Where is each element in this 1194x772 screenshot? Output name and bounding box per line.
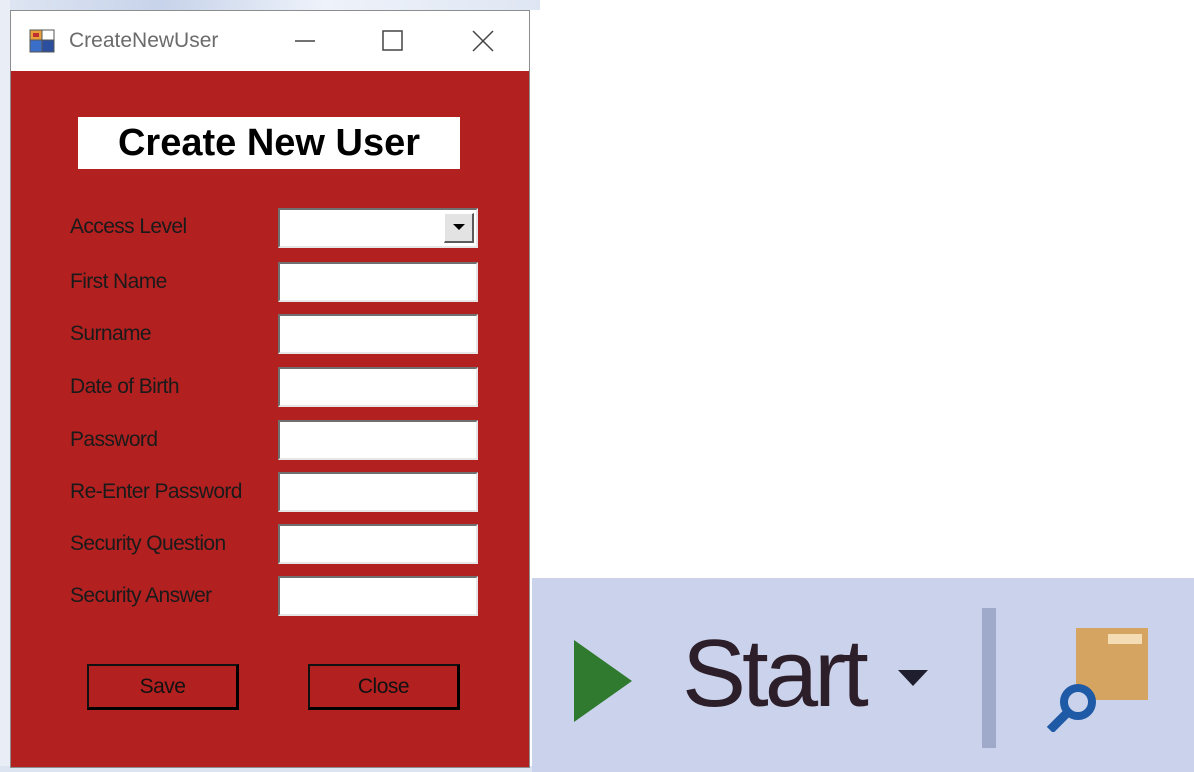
find-in-folder-icon[interactable] <box>1046 628 1150 737</box>
surname-label: Surname <box>70 322 152 345</box>
password-input[interactable] <box>278 420 478 460</box>
access-level-dropdown-button[interactable] <box>444 213 474 243</box>
save-button[interactable]: Save <box>87 664 239 710</box>
security-answer-label: Security Answer <box>70 584 212 607</box>
close-icon <box>472 30 494 52</box>
title-bar[interactable]: CreateNewUser <box>11 11 529 71</box>
form-heading-box: Create New User <box>78 117 460 169</box>
toolbar-separator <box>982 608 996 748</box>
form-heading: Create New User <box>117 122 421 164</box>
close-button[interactable]: Close <box>308 664 460 710</box>
first-name-input[interactable] <box>278 262 478 302</box>
minimize-icon <box>295 40 315 42</box>
minimize-button[interactable] <box>281 21 329 61</box>
play-icon[interactable] <box>574 640 632 727</box>
password-label: Password <box>70 428 158 451</box>
security-question-input[interactable] <box>278 524 478 564</box>
access-level-dropdown[interactable] <box>278 208 478 248</box>
maximize-button[interactable] <box>368 21 416 61</box>
window-title: CreateNewUser <box>69 29 219 52</box>
surname-input[interactable] <box>278 314 478 354</box>
app-form-icon <box>29 29 55 53</box>
maximize-icon <box>382 30 403 51</box>
ide-toolbar: Start <box>532 578 1194 772</box>
close-window-button[interactable] <box>459 21 507 61</box>
re-enter-password-label: Re-Enter Password <box>70 480 242 503</box>
security-question-label: Security Question <box>70 532 226 555</box>
date-of-birth-input[interactable] <box>278 367 478 407</box>
chevron-down-icon[interactable] <box>898 670 928 691</box>
access-level-label: Access Level <box>70 215 187 238</box>
first-name-label: First Name <box>70 270 167 293</box>
background-ide-edge <box>0 0 10 772</box>
re-enter-password-input[interactable] <box>278 472 478 512</box>
background-ide-strip <box>0 0 540 10</box>
date-of-birth-label: Date of Birth <box>70 375 180 398</box>
start-button-label[interactable]: Start <box>682 626 869 722</box>
dropdown-arrow-icon <box>453 224 465 230</box>
security-answer-input[interactable] <box>278 576 478 616</box>
create-new-user-window: CreateNewUser Create New User Access Lev… <box>10 10 530 768</box>
